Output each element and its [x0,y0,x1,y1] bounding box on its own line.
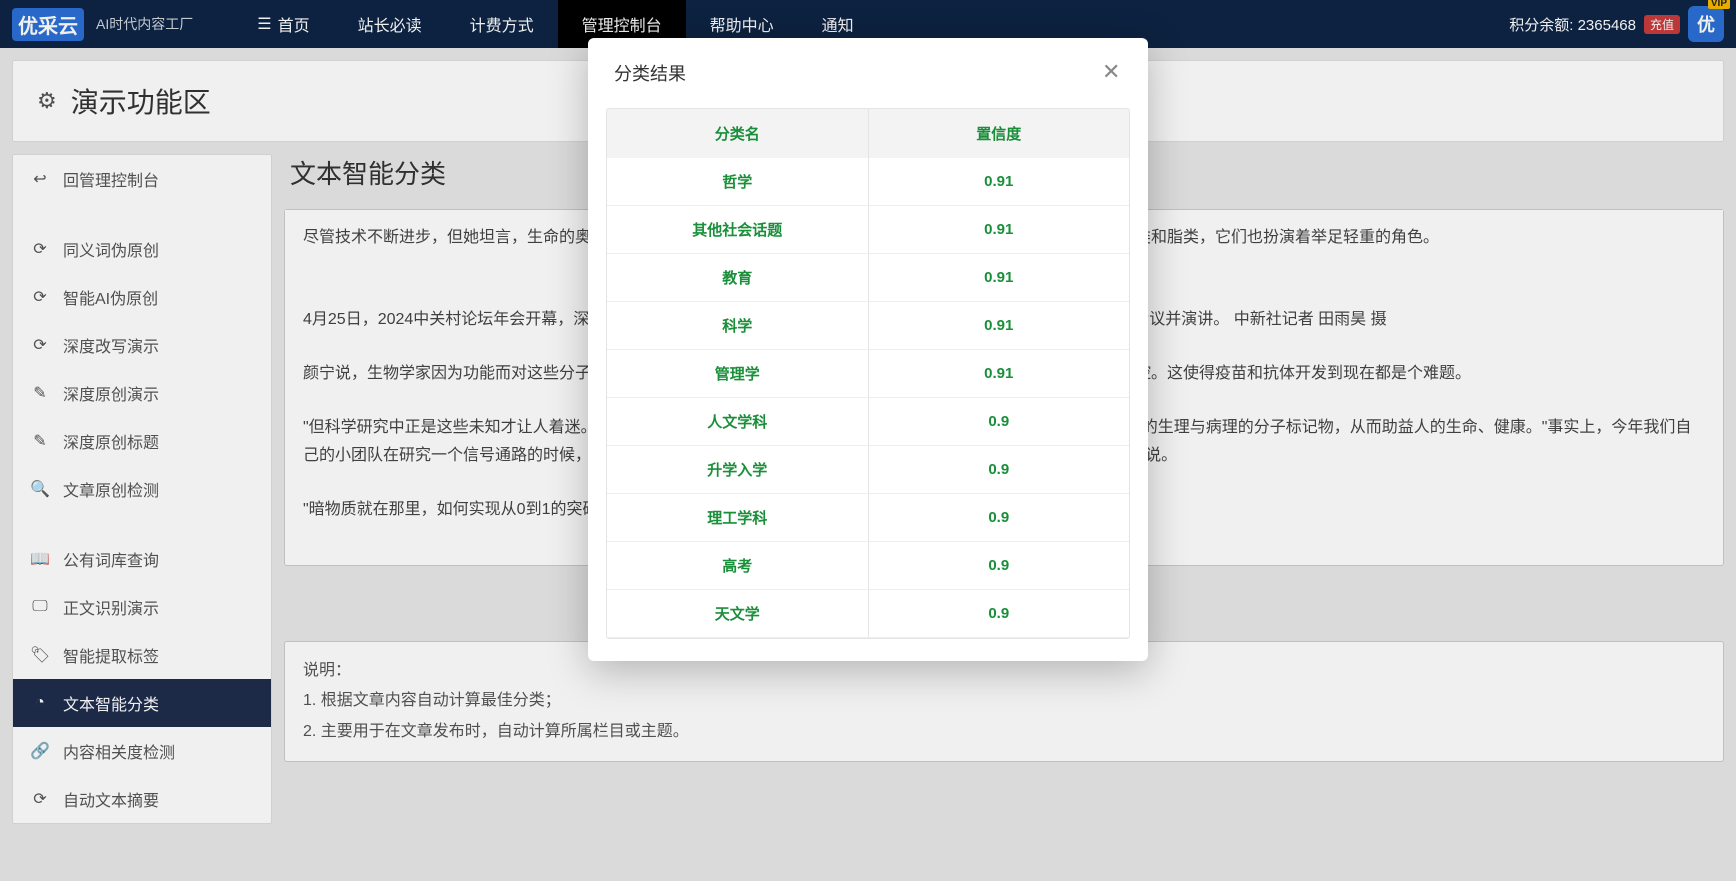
cell-category: 理工学科 [607,494,868,542]
table-row: 管理学0.91 [607,350,1129,398]
col-confidence: 置信度 [868,109,1129,158]
cell-category: 升学入学 [607,446,868,494]
classification-modal: 分类结果 ✕ 分类名 置信度 哲学0.91其他社会话题0.91教育0.91科学0… [588,38,1148,661]
cell-category: 哲学 [607,158,868,206]
cell-confidence: 0.9 [868,446,1129,494]
cell-confidence: 0.91 [868,302,1129,350]
cell-confidence: 0.9 [868,542,1129,590]
cell-category: 管理学 [607,350,868,398]
table-row: 天文学0.9 [607,590,1129,638]
result-table: 分类名 置信度 哲学0.91其他社会话题0.91教育0.91科学0.91管理学0… [607,109,1129,638]
cell-category: 其他社会话题 [607,206,868,254]
table-row: 升学入学0.9 [607,446,1129,494]
cell-confidence: 0.91 [868,206,1129,254]
modal-title: 分类结果 [614,60,686,86]
col-category: 分类名 [607,109,868,158]
modal-backdrop: 分类结果 ✕ 分类名 置信度 哲学0.91其他社会话题0.91教育0.91科学0… [0,0,1736,881]
cell-confidence: 0.91 [868,350,1129,398]
cell-category: 科学 [607,302,868,350]
cell-category: 天文学 [607,590,868,638]
cell-category: 人文学科 [607,398,868,446]
cell-category: 教育 [607,254,868,302]
modal-header: 分类结果 ✕ [588,38,1148,108]
table-row: 其他社会话题0.91 [607,206,1129,254]
cell-confidence: 0.9 [868,398,1129,446]
table-row: 高考0.9 [607,542,1129,590]
cell-confidence: 0.91 [868,158,1129,206]
table-row: 科学0.91 [607,302,1129,350]
close-icon[interactable]: ✕ [1102,63,1122,83]
table-row: 哲学0.91 [607,158,1129,206]
table-row: 人文学科0.9 [607,398,1129,446]
cell-confidence: 0.9 [868,590,1129,638]
modal-body: 分类名 置信度 哲学0.91其他社会话题0.91教育0.91科学0.91管理学0… [588,108,1148,661]
cell-confidence: 0.9 [868,494,1129,542]
cell-category: 高考 [607,542,868,590]
table-row: 理工学科0.9 [607,494,1129,542]
table-row: 教育0.91 [607,254,1129,302]
cell-confidence: 0.91 [868,254,1129,302]
